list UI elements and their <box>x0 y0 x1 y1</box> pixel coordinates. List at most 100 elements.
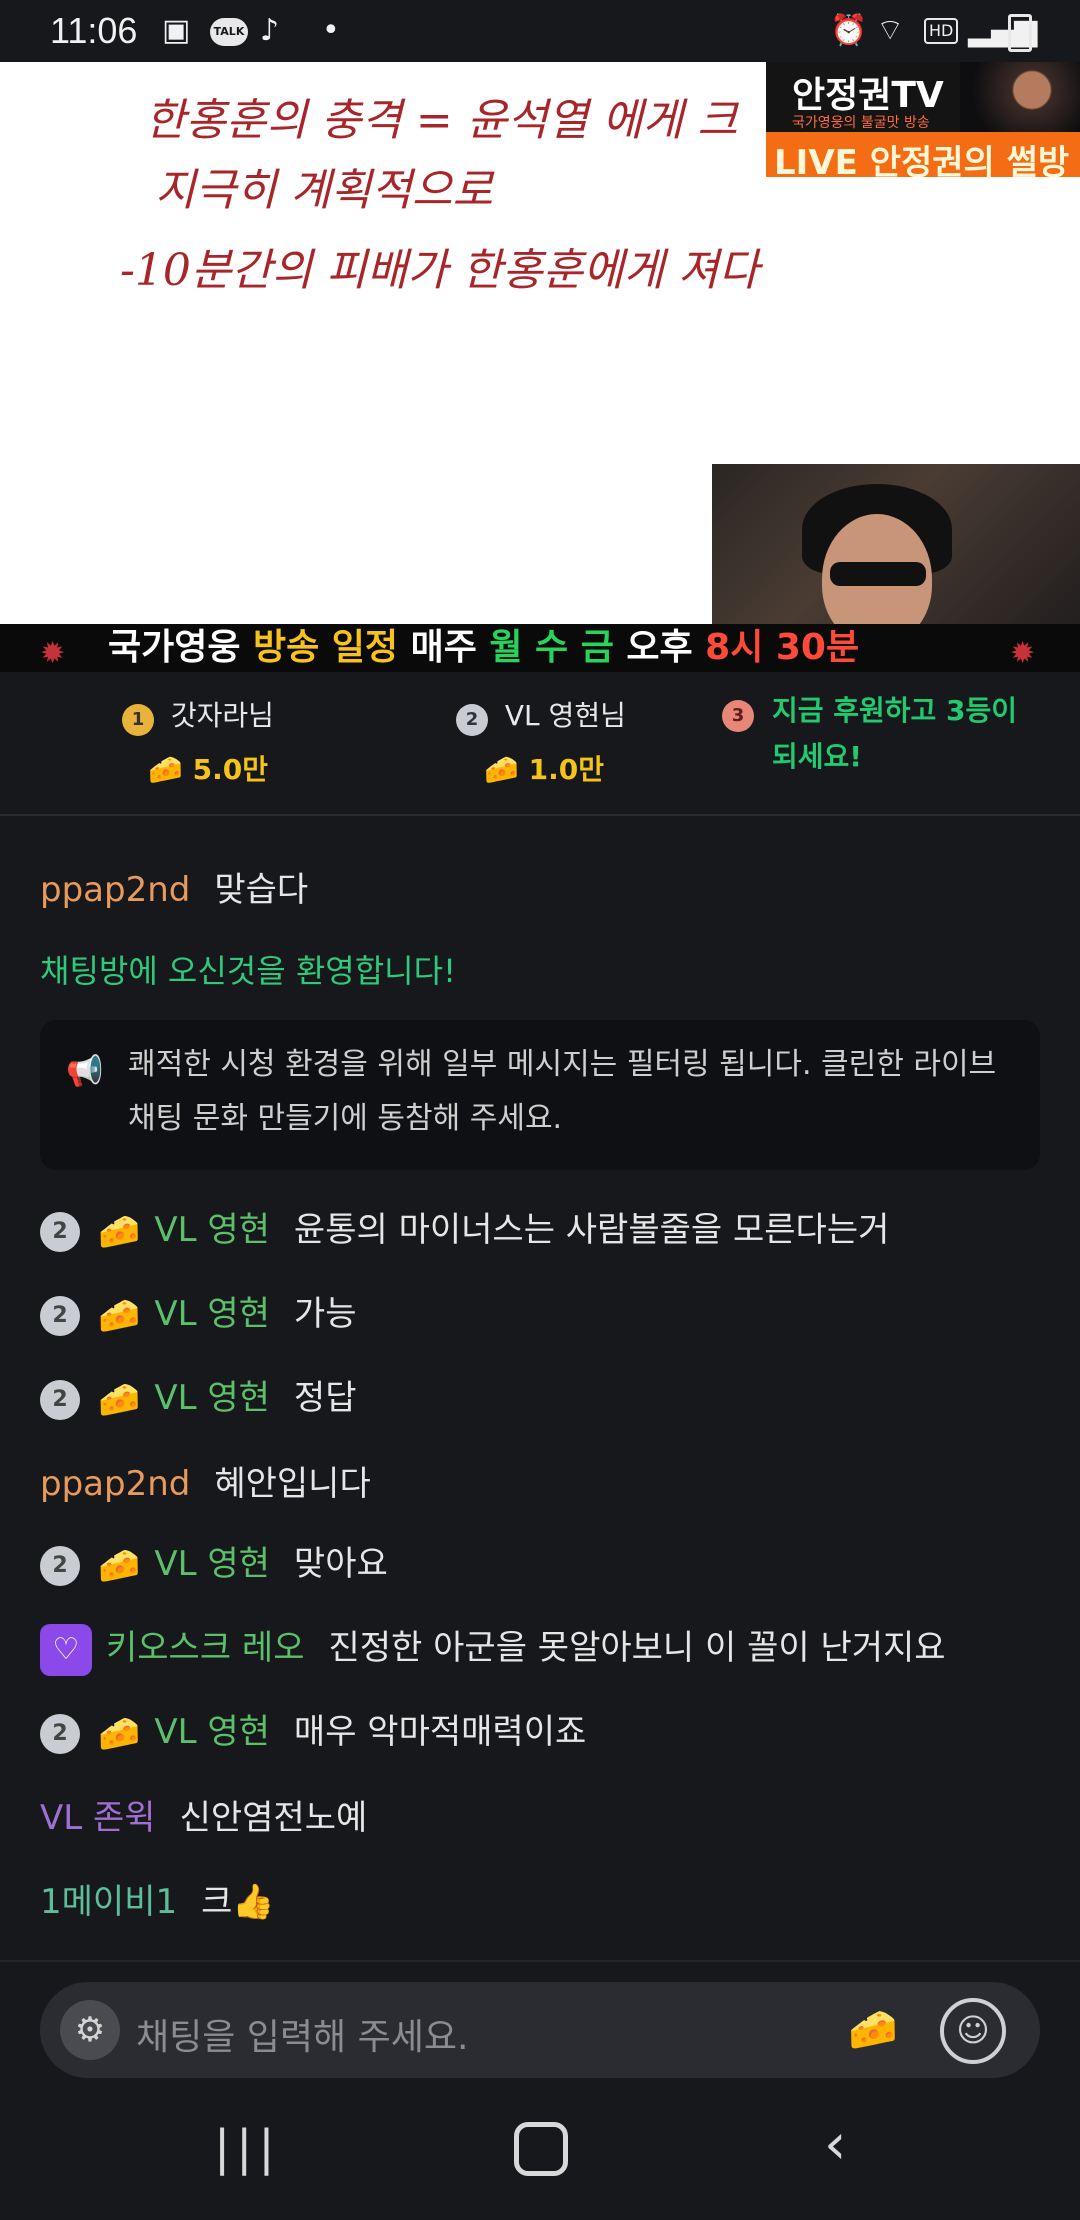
donor-amount-value: 5.0만 <box>192 753 268 786</box>
chat-text: 매우 악마적매력이죠 <box>293 1712 587 1752</box>
status-bar: 11:06 ▣ TALK ♪ • ⏰ ⌔ HD ▂▄▆ <box>0 0 1080 62</box>
chat-input-bar: ⚙ 채팅을 입력해 주세요. 🧀 ☺ <box>0 1960 1080 2092</box>
hd-icon: HD <box>924 18 959 44</box>
donor-first[interactable]: 1 갓자라님 <box>122 694 274 736</box>
megaphone-icon: 📢 <box>66 1054 104 1089</box>
banner-text: 8시 30분 <box>705 627 860 668</box>
channel-subtitle: 국가영웅의 불굴맛 방송 <box>792 115 930 131</box>
donor-amount-value: 1.0만 <box>528 753 604 786</box>
silver-badge-icon: 2 <box>40 1379 80 1420</box>
recent-apps-icon[interactable]: ||| <box>214 2120 281 2176</box>
banner-emblem-icon: ✹ <box>1010 636 1036 671</box>
chat-text: 정답 <box>293 1378 357 1418</box>
chat-text: 신안염전노예 <box>179 1798 368 1838</box>
chat-text: 혜안입니다 <box>214 1464 371 1504</box>
chat-text: 가능 <box>293 1294 357 1334</box>
chat-message: 2 🧀 VL 영현 가능 <box>40 1286 356 1336</box>
tiktok-icon: ♪ <box>260 13 280 48</box>
banner-text: 월 수 금 <box>489 627 614 668</box>
emoji-icon[interactable]: ☺ <box>940 1998 1006 2064</box>
donate-cta-line: 되세요! <box>772 740 863 773</box>
donate-cta[interactable]: 지금 후원하고 3등이 되세요! <box>772 688 1017 780</box>
system-message: 채팅방에 오신것을 환영합니다! <box>40 952 456 990</box>
live-label: LIVE 안정권의 썰방 <box>766 132 1080 183</box>
video-player[interactable]: 한홍훈의 충격 = 윤석열 에게 크 지극히 계획적으로 -10분간의 피배가 … <box>0 62 1080 672</box>
dot-icon: • <box>322 13 340 48</box>
cheese-icon: 🧀 <box>98 1211 141 1252</box>
cheese-icon: 🧀 <box>148 753 183 786</box>
chat-message: 2 🧀 VL 영현 맞아요 <box>40 1536 388 1586</box>
image-icon: ▣ <box>162 13 191 48</box>
donor-ranking: 1 갓자라님 🧀 5.0만 2 VL 영현님 🧀 1.0만 3 지금 후원하고 … <box>0 672 1080 816</box>
notice-text: 쾌적한 시청 환경을 위해 일부 메시지는 필터링 됩니다. 클린한 라이브 채… <box>128 1047 997 1136</box>
chat-nickname[interactable]: VL 영현 <box>154 1210 270 1250</box>
cheese-donate-icon[interactable]: 🧀 <box>848 2006 898 2053</box>
silver-medal-icon: 2 <box>456 704 488 736</box>
cheese-icon: 🧀 <box>484 753 519 786</box>
chat-nickname[interactable]: VL 존윅 <box>40 1798 156 1838</box>
schedule-banner: ✹ 국가영웅 방송 일정 매주 월 수 금 오후 8시 30분 ✹ <box>0 624 1080 672</box>
back-icon[interactable]: ‹ <box>824 2112 846 2177</box>
chat-nickname[interactable]: VL 영현 <box>154 1712 270 1752</box>
chat-text: 맞아요 <box>293 1544 388 1584</box>
gear-icon[interactable]: ⚙ <box>60 2000 120 2060</box>
silver-badge-icon: 2 <box>40 1295 80 1336</box>
heart-badge-icon: ♡ <box>40 1623 92 1676</box>
chat-nickname[interactable]: VL 영현 <box>154 1378 270 1418</box>
donor-name: 갓자라님 <box>170 699 274 732</box>
chat-nickname[interactable]: VL 영현 <box>154 1294 270 1334</box>
chat-nickname[interactable]: ppap2nd <box>40 870 190 910</box>
cheese-icon: 🧀 <box>98 1379 141 1420</box>
chat-text: 크👍 <box>201 1882 275 1922</box>
gold-medal-icon: 1 <box>122 704 154 736</box>
cheese-icon: 🧀 <box>98 1295 141 1336</box>
bronze-medal-icon: 3 <box>722 700 754 732</box>
streamer-sunglasses <box>830 562 926 586</box>
banner-text: 오후 <box>626 627 693 668</box>
cheese-icon: 🧀 <box>98 1545 141 1586</box>
silver-badge-icon: 2 <box>40 1713 80 1754</box>
chat-input[interactable]: ⚙ 채팅을 입력해 주세요. 🧀 ☺ <box>40 1982 1040 2078</box>
chat-message: ppap2nd 혜안입니다 <box>40 1456 371 1505</box>
handwriting-line: -10분간의 피배가 한홍훈에게 져다 <box>120 245 760 296</box>
chat-text: 윤통의 마이너스는 사람볼줄을 모른다는거 <box>293 1210 890 1250</box>
chat-list[interactable]: ppap2nd 맞습다 채팅방에 오신것을 환영합니다! 📢 쾌적한 시청 환경을… <box>0 816 1080 1960</box>
wifi-icon: ⌔ <box>876 13 905 48</box>
channel-title: 안정권TV <box>792 75 944 116</box>
chat-nickname[interactable]: 키오스크 레오 <box>106 1628 305 1668</box>
chat-message: ppap2nd 맞습다 <box>40 862 308 911</box>
chat-nickname[interactable]: ppap2nd <box>40 1464 190 1504</box>
live-label-text: LIVE 안정권의 썰방 <box>774 143 1070 183</box>
banner-text: 국가영웅 <box>108 627 241 668</box>
battery-icon <box>1008 14 1032 52</box>
chat-message: 2 🧀 VL 영현 정답 <box>40 1370 356 1420</box>
banner-emblem-icon: ✹ <box>40 636 66 671</box>
chat-nickname[interactable]: VL 영현 <box>154 1544 270 1584</box>
donor-amount: 🧀 1.0만 <box>484 748 604 788</box>
donate-cta-line: 지금 후원하고 3등이 <box>772 694 1018 727</box>
channel-logo-photo <box>960 62 1080 132</box>
silver-badge-icon: 2 <box>40 1545 80 1586</box>
cheese-icon: 🧀 <box>98 1713 141 1754</box>
handwriting-line: 지극히 계획적으로 <box>155 165 493 216</box>
schedule-text: 국가영웅 방송 일정 매주 월 수 금 오후 8시 30분 <box>108 624 859 672</box>
system-navigation-bar: ||| ‹ <box>0 2092 1080 2220</box>
chat-message: ♡ 키오스크 레오 진정한 아군을 못알아보니 이 꼴이 난거지요 <box>40 1620 946 1676</box>
silver-badge-icon: 2 <box>40 1211 80 1252</box>
chat-input-placeholder: 채팅을 입력해 주세요. <box>136 2017 469 2058</box>
chat-message: VL 존윅 신안염전노예 <box>40 1790 367 1839</box>
chat-text: 맞습다 <box>214 870 309 910</box>
chat-message: 1메이비1 크👍 <box>40 1874 275 1923</box>
chat-message: 2 🧀 VL 영현 매우 악마적매력이죠 <box>40 1704 586 1754</box>
donor-amount: 🧀 5.0만 <box>148 748 268 788</box>
donor-second[interactable]: 2 VL 영현님 <box>456 694 626 736</box>
clock: 11:06 <box>50 10 138 51</box>
chat-nickname[interactable]: 1메이비1 <box>40 1882 177 1922</box>
banner-text: 매주 <box>410 627 477 668</box>
home-icon[interactable] <box>514 2122 568 2176</box>
talk-icon: TALK <box>210 18 248 46</box>
filter-notice: 📢 쾌적한 시청 환경을 위해 일부 메시지는 필터링 됩니다. 클린한 라이브… <box>40 1020 1040 1170</box>
banner-text: 방송 일정 <box>253 627 399 668</box>
chat-message: 2 🧀 VL 영현 윤통의 마이너스는 사람볼줄을 모른다는거 <box>40 1202 889 1252</box>
alarm-icon: ⏰ <box>830 13 868 48</box>
